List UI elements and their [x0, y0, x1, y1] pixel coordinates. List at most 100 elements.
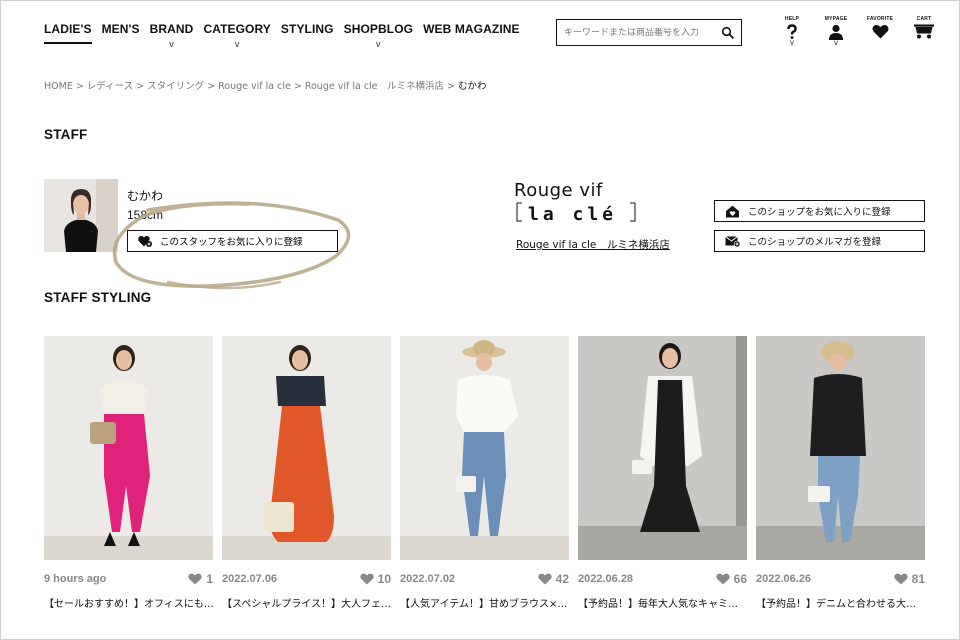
card-caption[interactable]: 【予約品！】毎年大人気なキャミ… — [578, 595, 747, 610]
nav-label: BRAND — [149, 22, 194, 36]
breadcrumb-separator: > — [293, 81, 302, 92]
nav-web-magazine[interactable]: WEB MAGAZINE — [423, 22, 520, 36]
mypage-link[interactable]: MYPAGE v — [814, 16, 858, 47]
like-number: 10 — [377, 572, 391, 586]
help-label: HELP — [784, 16, 800, 22]
chevron-down-icon: v — [376, 39, 381, 49]
favorite-staff-label: このスタッフをお気に入りに登録 — [160, 237, 303, 248]
shop-name-link[interactable]: Rouge vif la cle ルミネ横浜店 — [516, 237, 670, 252]
like-number: 42 — [555, 572, 569, 586]
nav-shopblog[interactable]: SHOPBLOG v — [343, 22, 414, 49]
nav-ladies[interactable]: LADIE'S — [44, 22, 92, 44]
styling-photo[interactable] — [44, 336, 213, 560]
styling-card[interactable]: 9 hours ago 1 【セールおすすめ！】オフィスにも… — [44, 336, 213, 610]
logo-line1: Rouge vif — [514, 180, 603, 201]
search-input[interactable] — [564, 27, 714, 38]
styling-photo[interactable] — [400, 336, 569, 560]
card-date: 2022.07.02 — [400, 573, 456, 585]
staff-heading: STAFF — [44, 127, 88, 142]
breadcrumb-separator: > — [75, 81, 84, 92]
favorite-label: FAVORITE — [866, 16, 894, 22]
styling-photo[interactable] — [578, 336, 747, 560]
staff-avatar[interactable] — [44, 179, 118, 252]
like-count[interactable]: 10 — [359, 572, 391, 586]
like-count[interactable]: 81 — [893, 572, 925, 586]
card-caption[interactable]: 【人気アイテム！】甘めブラウス×… — [400, 595, 569, 610]
card-date: 2022.07.06 — [222, 573, 278, 585]
like-number: 1 — [206, 572, 213, 586]
search-icon[interactable] — [721, 26, 735, 40]
like-count[interactable]: 1 — [188, 572, 213, 586]
styling-card[interactable]: 2022.06.28 66 【予約品！】毎年大人気なキャミ… — [578, 336, 747, 610]
heart-icon — [715, 573, 730, 585]
breadcrumb-shop[interactable]: Rouge vif la cle ルミネ横浜店 — [305, 81, 444, 92]
breadcrumb-styling[interactable]: スタイリング — [147, 81, 204, 92]
shop-newsletter-button[interactable]: このショップのメルマガを登録 — [714, 230, 925, 252]
home-heart-icon — [726, 205, 739, 217]
card-date: 2022.06.28 — [578, 573, 634, 585]
styling-card-list: 9 hours ago 1 【セールおすすめ！】オフィスにも… 2022.07.… — [44, 336, 925, 610]
cart-label: CART — [916, 16, 932, 22]
mail-plus-icon — [725, 236, 740, 247]
favorite-staff-button[interactable]: このスタッフをお気に入りに登録 — [127, 230, 338, 252]
heart-icon — [893, 573, 908, 585]
breadcrumb-separator: > — [136, 81, 145, 92]
like-count[interactable]: 66 — [715, 572, 747, 586]
card-date: 9 hours ago — [44, 573, 107, 585]
like-number: 66 — [733, 572, 747, 586]
nav-label: MEN'S — [101, 22, 140, 36]
nav-label: SHOPBLOG — [343, 22, 414, 36]
cart-icon — [914, 24, 934, 39]
card-caption[interactable]: 【予約品！】デニムと合わせる大… — [756, 595, 925, 610]
breadcrumb-separator: > — [207, 81, 216, 92]
mypage-label: MYPAGE — [824, 16, 848, 22]
breadcrumb-ladies[interactable]: レディース — [87, 81, 133, 92]
like-count[interactable]: 42 — [537, 572, 569, 586]
breadcrumb-home[interactable]: HOME — [44, 81, 73, 92]
nav-label: STYLING — [280, 22, 334, 36]
breadcrumb-separator: > — [447, 81, 455, 92]
card-caption[interactable]: 【セールおすすめ！】オフィスにも… — [44, 595, 213, 610]
styling-card[interactable]: 2022.07.06 10 【スペシャルプライス！】大人フェ… — [222, 336, 391, 610]
card-date: 2022.06.26 — [756, 573, 812, 585]
nav-label: WEB MAGAZINE — [423, 22, 520, 36]
shop-logo[interactable]: Rouge vif la clé — [512, 176, 642, 226]
styling-card[interactable]: 2022.06.26 81 【予約品！】デニムと合わせる大… — [756, 336, 925, 610]
breadcrumb-brand[interactable]: Rouge vif la cle — [218, 81, 291, 92]
nav-label: LADIE'S — [44, 22, 92, 36]
styling-photo[interactable] — [222, 336, 391, 560]
styling-photo[interactable] — [756, 336, 925, 560]
card-caption[interactable]: 【スペシャルプライス！】大人フェ… — [222, 595, 391, 610]
heart-icon — [188, 573, 202, 585]
chevron-down-icon: v — [234, 39, 240, 49]
utility-nav: HELP v MYPAGE v FAVORITE CART — [770, 16, 946, 47]
breadcrumb: HOME > レディース > スタイリング > Rouge vif la cle > Rouge… — [44, 78, 487, 92]
heart-icon — [537, 573, 552, 585]
styling-card[interactable]: 2022.07.02 42 【人気アイテム！】甘めブラウス×… — [400, 336, 569, 610]
like-number: 81 — [911, 572, 925, 586]
heart-icon — [872, 25, 888, 39]
heart-icon — [359, 573, 374, 585]
logo-line2: la clé — [528, 204, 617, 225]
cart-link[interactable]: CART — [902, 16, 946, 47]
search-box — [556, 19, 742, 46]
favorite-link[interactable]: FAVORITE — [858, 16, 902, 47]
main-nav: LADIE'S MEN'S BRAND v CATEGORY v STYLING S… — [44, 22, 530, 49]
help-link[interactable]: HELP v — [770, 16, 814, 47]
staff-height: 158cm — [127, 208, 164, 222]
breadcrumb-current: むかわ — [458, 81, 487, 92]
shop-newsletter-label: このショップのメルマガを登録 — [748, 237, 882, 248]
nav-brand[interactable]: BRAND v — [149, 22, 194, 49]
nav-styling[interactable]: STYLING — [281, 22, 334, 36]
nav-category[interactable]: CATEGORY v — [203, 22, 271, 49]
nav-label: CATEGORY — [203, 22, 271, 36]
staff-name: むかわ — [127, 189, 164, 203]
nav-mens[interactable]: MEN'S — [102, 22, 140, 36]
staff-styling-heading: STAFF STYLING — [44, 290, 152, 305]
favorite-shop-label: このショップをお気に入りに登録 — [748, 207, 891, 218]
chevron-down-icon: v — [834, 38, 838, 47]
chevron-down-icon: v — [169, 39, 174, 49]
heart-plus-icon — [138, 235, 152, 247]
favorite-shop-button[interactable]: このショップをお気に入りに登録 — [714, 200, 925, 222]
chevron-down-icon: v — [790, 38, 794, 47]
